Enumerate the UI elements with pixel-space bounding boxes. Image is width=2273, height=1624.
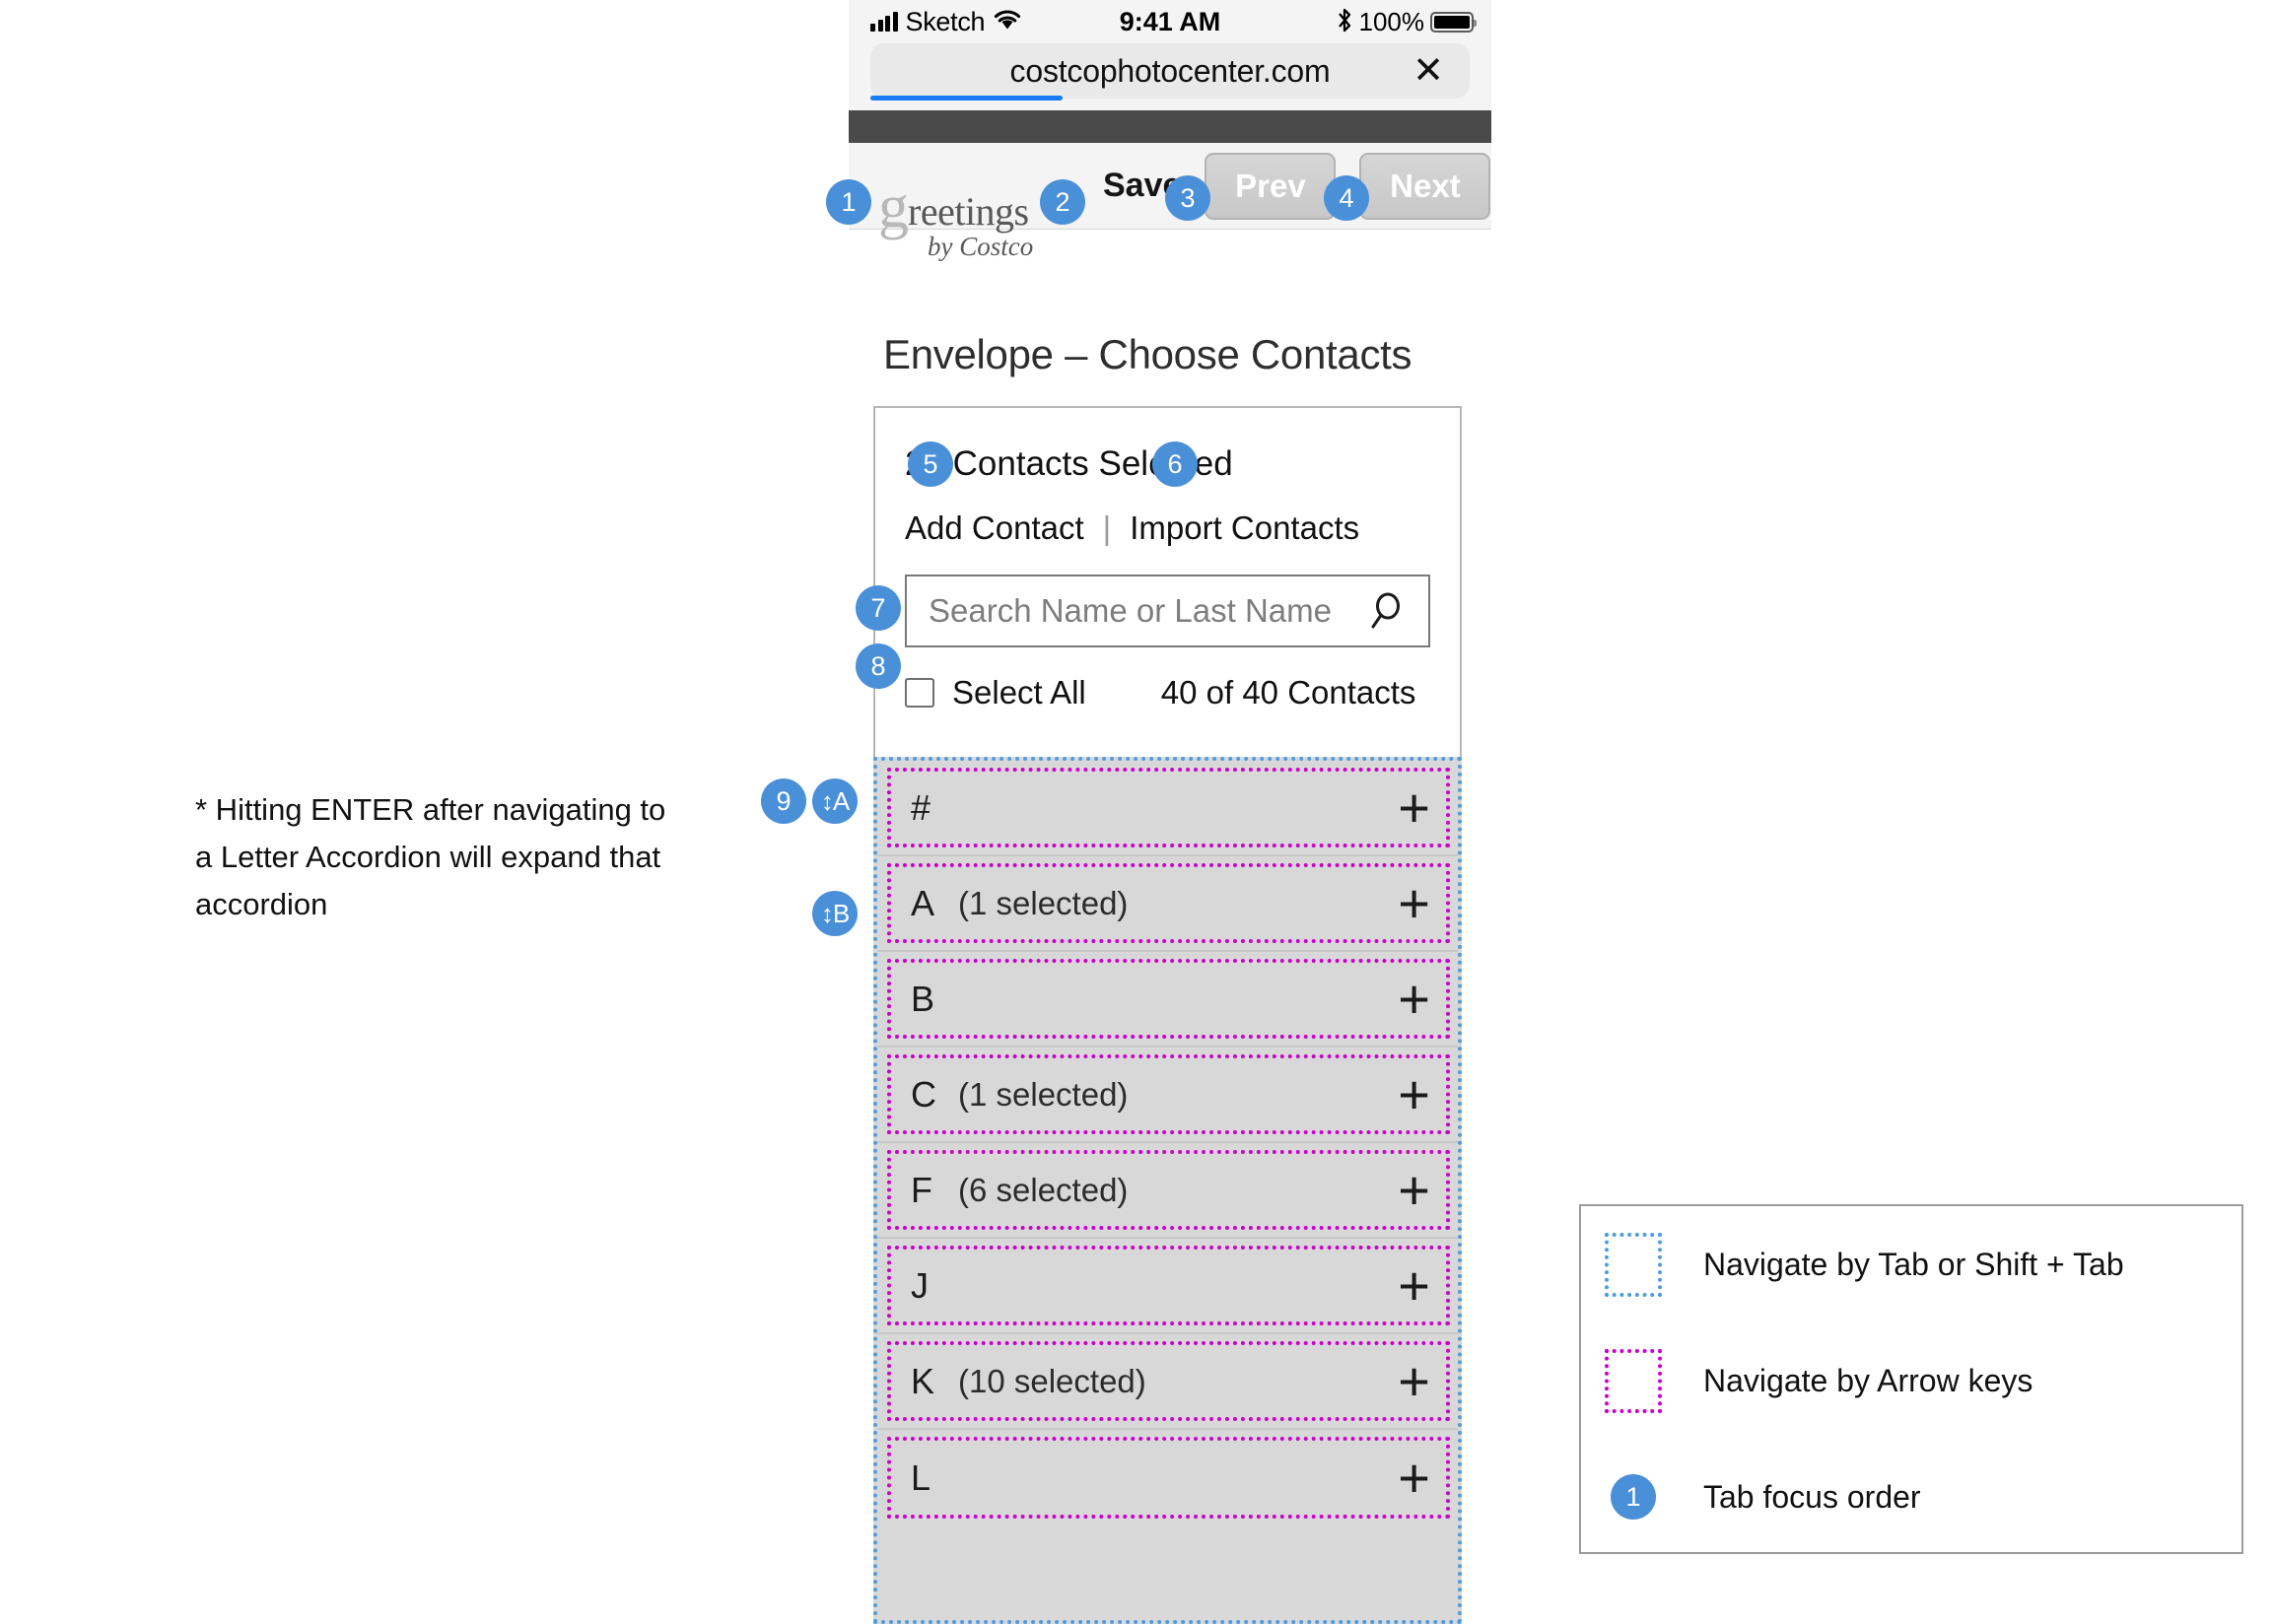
plus-icon[interactable]: + [1398,779,1430,836]
add-contact-link[interactable]: Add Contact [905,509,1084,547]
accordion-row-j: J + [877,1239,1458,1334]
legend-row-tab: Navigate by Tab or Shift + Tab [1581,1206,2241,1322]
tab-order-badge-4: 4 [1324,175,1369,221]
letter-accordion-list: # + A (1 selected) + B + C (1 selected) … [873,757,1462,1624]
accordion-letter: C [911,1073,936,1115]
tab-order-badge-1: 1 [826,179,871,225]
close-icon[interactable]: ✕ [1412,52,1444,90]
legend-label-focus-order: Tab focus order [1703,1478,1921,1515]
page-title: Envelope – Choose Contacts [883,331,1412,377]
plus-icon[interactable]: + [1398,1450,1430,1506]
search-row [905,575,1430,647]
accordion-row-c: C (1 selected) + [877,1048,1458,1143]
select-all-row: Select All 40 of 40 Contacts [905,674,1460,711]
url-bar-container: costcophotocenter.com ✕ [849,43,1491,110]
legend-label-arrow: Navigate by Arrow keys [1703,1362,2033,1398]
status-bar: Sketch 9:41 AM 100% [849,0,1491,43]
prev-button[interactable]: Prev [1205,152,1337,220]
bluetooth-icon [1337,7,1353,37]
url-bar[interactable]: costcophotocenter.com ✕ [870,43,1470,101]
next-button[interactable]: Next [1359,152,1491,220]
search-input[interactable] [927,591,1367,631]
link-separator: | [1102,509,1112,546]
plus-icon[interactable]: + [1398,1353,1430,1409]
accordion-letter: K [911,1360,935,1401]
tab-order-badge-7: 7 [856,585,901,631]
accordion-row-l: L + [877,1430,1458,1525]
arrow-key-badge-b: ↕B [812,891,858,936]
accordion-selected-count: (10 selected) [958,1362,1146,1399]
accordion-letter: B [911,978,935,1019]
accordion-row-k: K (10 selected) + [877,1334,1458,1430]
accordion-header[interactable]: C (1 selected) + [887,1054,1450,1134]
accordion-row-a: A (1 selected) + [877,856,1458,952]
accordion-selected-count: (1 selected) [958,884,1129,921]
url-text: costcophotocenter.com [1009,52,1331,89]
accordion-header[interactable]: F (6 selected) + [887,1150,1450,1230]
tab-order-badge-9: 9 [761,778,806,824]
accordion-letter: A [911,882,935,923]
tab-order-badge-3: 3 [1165,175,1210,221]
legend-label-tab: Navigate by Tab or Shift + Tab [1703,1246,2124,1282]
logo-letter-g: g [878,172,909,240]
select-all-label: Select All [952,674,1086,710]
accordion-header[interactable]: K (10 selected) + [887,1341,1450,1421]
accordion-header[interactable]: # + [887,768,1450,847]
tab-order-badge-6: 6 [1152,441,1198,487]
card-action-links: Add Contact | Import Contacts [905,509,1460,547]
accordion-header[interactable]: A (1 selected) + [887,863,1450,943]
accordion-selected-count: (1 selected) [958,1075,1129,1113]
tab-order-badge-5: 5 [908,441,953,487]
plus-icon[interactable]: + [1398,875,1430,931]
plus-icon[interactable]: + [1398,1066,1430,1122]
accordion-letter: F [911,1169,932,1210]
logo-subtitle: by Costco [928,231,1034,261]
legend-box: Navigate by Tab or Shift + Tab Navigate … [1579,1204,2243,1554]
import-contacts-link[interactable]: Import Contacts [1130,509,1359,547]
tab-outline-swatch [1605,1232,1662,1297]
legend-row-arrow: Navigate by Arrow keys [1581,1322,2241,1439]
battery-icon [1430,11,1477,33]
tab-order-badge-8: 8 [856,643,901,689]
search-icon-svg [1371,592,1400,629]
arrow-key-badge-a: ↕A [812,778,858,824]
contact-count-label: 40 of 40 Contacts [1160,674,1416,710]
plus-icon[interactable]: + [1398,971,1430,1027]
accordion-row-b: B + [877,952,1458,1048]
logo-word-greetings: reetings [908,188,1029,234]
plus-icon[interactable]: + [1398,1162,1430,1218]
select-all-checkbox[interactable] [905,678,934,708]
accordion-selected-count: (6 selected) [958,1171,1129,1208]
search-box[interactable] [905,575,1430,647]
legend-row-focus-order: 1 Tab focus order [1581,1439,2241,1555]
accordion-header[interactable]: B + [887,959,1450,1039]
accordion-header[interactable]: J + [887,1246,1450,1325]
enter-key-note: * Hitting ENTER after navigating to a Le… [195,792,666,922]
accordion-row-f: F (6 selected) + [877,1143,1458,1239]
accordion-row-hash: # + [877,761,1458,856]
tab-order-badge-2: 2 [1040,179,1085,225]
bluetooth-icon-svg [1338,8,1350,32]
accordion-letter: L [911,1456,931,1498]
search-icon[interactable] [1367,590,1409,632]
legend-focus-badge: 1 [1611,1474,1656,1520]
dark-header-bar [849,110,1491,143]
status-bar-right: 100% [1337,6,1477,37]
battery-percent: 100% [1358,6,1425,36]
page-load-progress [870,96,1063,101]
accordion-header[interactable]: L + [887,1437,1450,1519]
plus-icon[interactable]: + [1398,1257,1430,1314]
arrow-outline-swatch [1605,1348,1662,1413]
accordion-letter: # [911,786,931,828]
accordion-letter: J [911,1264,929,1306]
